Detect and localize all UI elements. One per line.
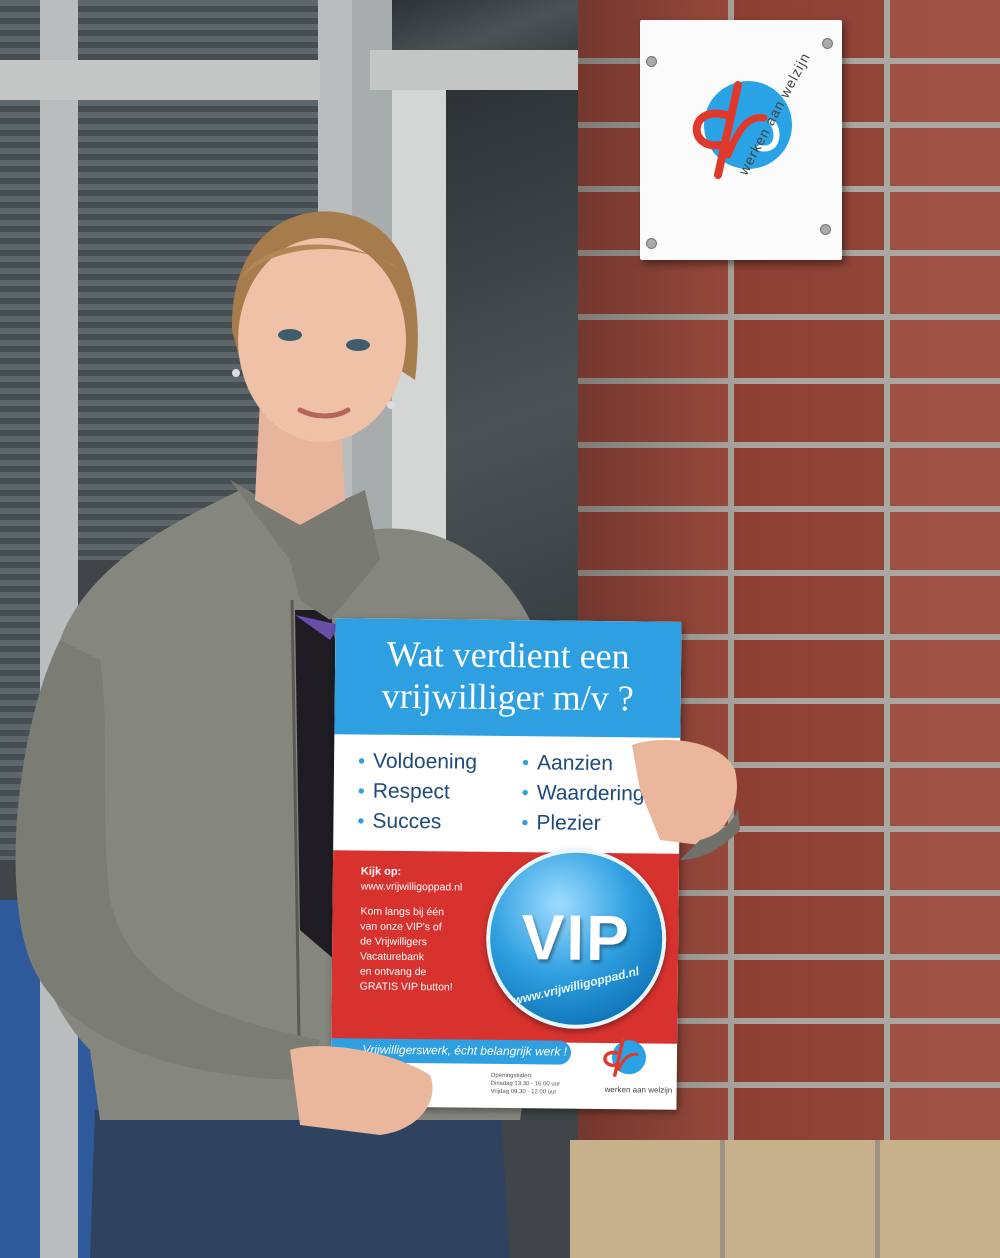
right-hand	[632, 739, 737, 845]
photo-scene: werken aan welzijn Wat verdient een vrij…	[0, 0, 1000, 1258]
left-hand	[290, 1046, 433, 1135]
hands	[290, 739, 740, 1135]
